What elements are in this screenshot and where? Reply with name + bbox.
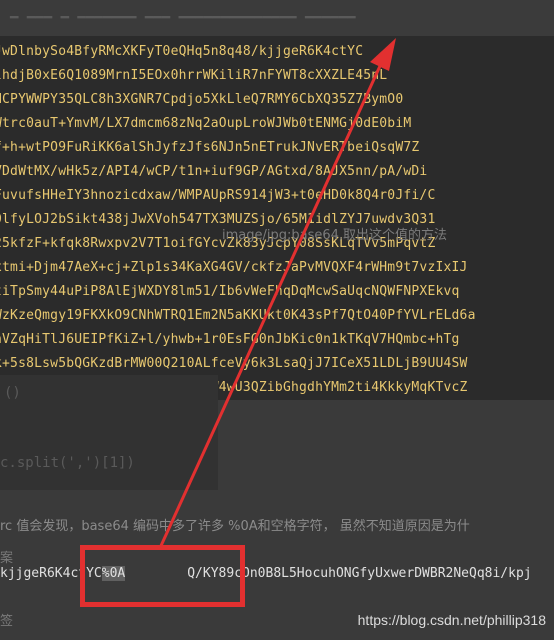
code-line: WzKzeQmgy19FKXkO9CNhWTRQ1Em2N5aKKUkt0K43… — [0, 308, 476, 323]
code-line: JwDlnbySo4BfyRMcXKFyT0eQHq5n8q48/kjjgeR6… — [0, 44, 364, 59]
blurred-header: ━ ━━━ ━ ━━━━━━━ ━━━ ━━━━━━━━━━━━━━ ━━━━━… — [0, 0, 554, 36]
code-line: HCPYWWPY35QLC8h3XGNR7Cpdjo5XkLleQ7RMY6Cb… — [0, 92, 404, 107]
lower-code-panel: () c.split(',')[1]) — [0, 375, 218, 490]
blurred-header-text: ━ ━━━ ━ ━━━━━━━ ━━━ ━━━━━━━━━━━━━━ ━━━━━… — [10, 10, 356, 26]
section-label: 案 — [0, 551, 14, 566]
code-line: tiTpSmy44uPiP8AlEjWXDY8lm51/Ib6vWeFhqDqM… — [0, 284, 460, 299]
code-line: nVZqHiTlJ6UEIPfKiZ+l/yhwb+1r0EsFG0nJbKic… — [0, 332, 460, 347]
watermark: https://blog.csdn.net/phillip318 — [357, 612, 546, 628]
section-label: 签 — [0, 614, 14, 629]
code-line: xtmi+Djm47AeX+cj+Zlp1s34KaXG4GV/ckfzJaPv… — [0, 260, 468, 275]
code-line: FuvufsHHeIY3hnozicdxaw/WMPAUpRS914jW3+t0… — [0, 188, 436, 203]
lower-code-paren: () — [4, 385, 21, 401]
lower-code-line: c.split(',')[1]) — [0, 455, 135, 471]
code-line: k+5s8Lsw5bQGKzdBrMW00Q210ALfceVy6k3LsaQj… — [0, 356, 468, 371]
code-line: f+h+wtPO9FuRiKK6alShJyfzJfs6NJn5nETrukJN… — [0, 140, 420, 155]
annotation-box — [80, 545, 245, 607]
code-line: lhdjB0xE6Q1089MrnI5EOx0hrrWKiliR7nFYWT8c… — [0, 68, 388, 83]
code-line: Wtrc0auT+YmvM/LX7dmcm68zNq2aOupLroWJWb0t… — [0, 116, 412, 131]
faint-overlay-text: image/jpg;base64,取出这个值的方法 — [222, 228, 448, 243]
code-block: JwDlnbySo4BfyRMcXKFyT0eQHq5n8q48/kjjgeR6… — [0, 36, 554, 400]
code-line: VDdWtMX/wHk5z/API4/wCP/t1n+iuf9GP/AGtxd/… — [0, 164, 428, 179]
description-text: rc 值会发现，base64 编码中多了许多 %0A和空格字符， 虽然不知道原因… — [0, 519, 470, 534]
